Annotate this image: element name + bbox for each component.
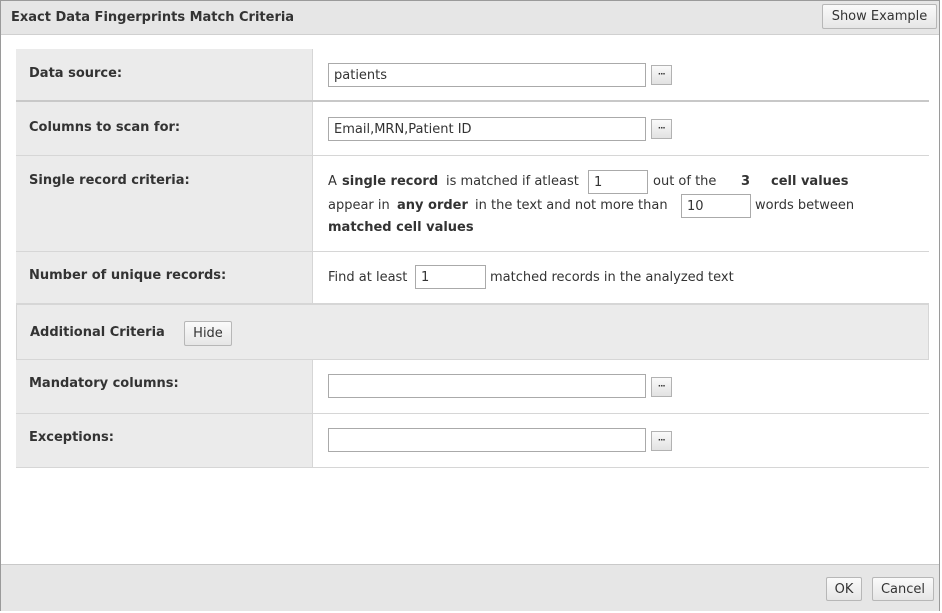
mandatory-columns-browse-button[interactable]: ··· xyxy=(651,377,672,397)
unique-records-input[interactable] xyxy=(415,265,486,289)
single-record-bold-text: single record xyxy=(342,174,439,189)
unique-records-label: Number of unique records: xyxy=(29,268,227,283)
dialog-title: Exact Data Fingerprints Match Criteria xyxy=(11,10,295,25)
columns-to-scan-label: Columns to scan for: xyxy=(29,120,181,135)
exceptions-label: Exceptions: xyxy=(29,430,114,445)
appear-in-text: appear in xyxy=(328,198,390,213)
matched-records-text: matched records in the analyzed text xyxy=(490,270,734,285)
columns-to-scan-browse-button[interactable]: ··· xyxy=(651,119,672,139)
words-between-text: words between xyxy=(755,198,855,213)
mandatory-columns-input[interactable] xyxy=(328,374,646,398)
cancel-button[interactable]: Cancel xyxy=(872,577,934,601)
dialog-footer: OK Cancel xyxy=(1,564,939,611)
is-matched-text: is matched if atleast xyxy=(446,174,579,189)
dialog-titlebar: Exact Data Fingerprints Match Criteria S… xyxy=(1,1,939,35)
show-example-button[interactable]: Show Example xyxy=(822,4,937,29)
single-record-row: Single record criteria: A single record … xyxy=(16,156,929,252)
exceptions-browse-button[interactable]: ··· xyxy=(651,431,672,451)
exceptions-input[interactable] xyxy=(328,428,646,452)
additional-criteria-section: Additional Criteria Hide xyxy=(16,304,929,360)
ok-button[interactable]: OK xyxy=(826,577,862,601)
single-record-label: Single record criteria: xyxy=(29,173,190,188)
columns-to-scan-row: Columns to scan for: ··· xyxy=(16,102,929,156)
atleast-count-input[interactable] xyxy=(588,170,648,194)
words-between-input[interactable] xyxy=(681,194,751,218)
columns-to-scan-input[interactable] xyxy=(328,117,646,141)
unique-records-row: Number of unique records: Find at least … xyxy=(16,252,929,304)
exceptions-row: Exceptions: ··· xyxy=(16,414,929,468)
matched-cell-values-text: matched cell values xyxy=(328,220,474,235)
single-record-text-a: A xyxy=(328,174,337,189)
mandatory-columns-row: Mandatory columns: ··· xyxy=(16,360,929,414)
additional-criteria-label: Additional Criteria xyxy=(30,325,165,340)
cell-values-text: cell values xyxy=(771,174,849,189)
data-source-browse-button[interactable]: ··· xyxy=(651,65,672,85)
data-source-row: Data source: ··· xyxy=(16,49,929,102)
out-of-the-text: out of the xyxy=(653,174,717,189)
find-at-least-text: Find at least xyxy=(328,270,408,285)
mandatory-columns-label: Mandatory columns: xyxy=(29,376,179,391)
data-source-input[interactable] xyxy=(328,63,646,87)
match-criteria-dialog: Exact Data Fingerprints Match Criteria S… xyxy=(0,0,940,611)
hide-button[interactable]: Hide xyxy=(184,321,232,346)
data-source-label: Data source: xyxy=(29,66,123,81)
cell-count-value: 3 xyxy=(741,174,751,189)
any-order-text: any order xyxy=(397,198,468,213)
in-the-text-text: in the text and not more than xyxy=(475,198,668,213)
